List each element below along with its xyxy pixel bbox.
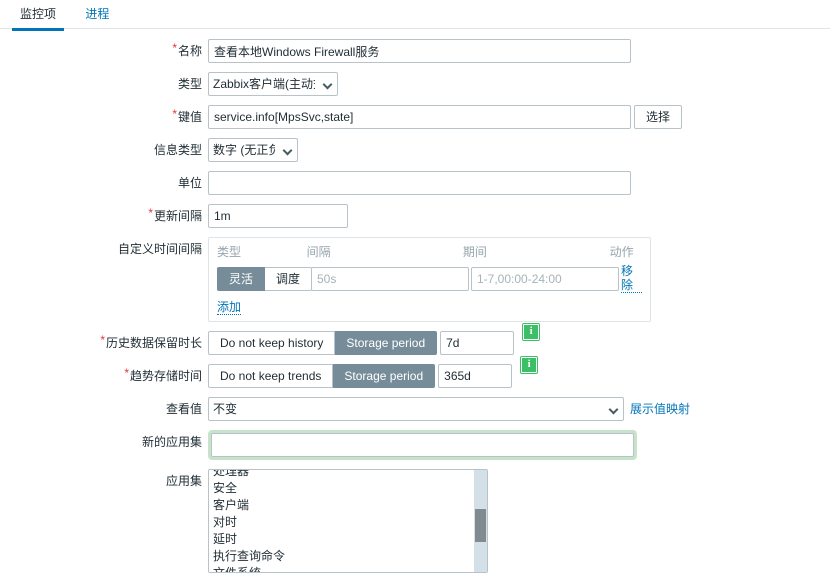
required-marker-update-interval: * xyxy=(148,206,153,220)
custom-intervals-header: 类型 间隔 期间 动作 xyxy=(217,243,642,261)
history-mode-toggle: Do not keep history Storage period xyxy=(208,331,438,355)
trends-mode-toggle: Do not keep trends Storage period xyxy=(208,364,436,388)
interval-type-toggle: 灵活 调度 xyxy=(217,266,313,291)
header-type: 类型 xyxy=(217,245,242,259)
form-row-key: *键值 选择 xyxy=(0,105,830,129)
history-storage-period-button[interactable]: Storage period xyxy=(335,331,438,355)
new-application-focus-ring xyxy=(208,430,637,460)
form-row-custom-intervals: 自定义时间间隔 类型 间隔 期间 动作 灵活 调度 50s 1-7,00:00-… xyxy=(0,237,830,322)
custom-intervals-box: 类型 间隔 期间 动作 灵活 调度 50s 1-7,00:00-24:00 移除… xyxy=(208,237,651,322)
type-select[interactable]: Zabbix客户端(主动式) xyxy=(208,72,338,96)
info-icon[interactable] xyxy=(523,323,540,340)
list-item[interactable]: 处理器 xyxy=(209,470,474,480)
required-marker-history: * xyxy=(100,333,105,347)
list-item[interactable]: 安全 xyxy=(209,480,474,497)
label-unit: 单位 xyxy=(177,176,202,190)
tab-bar: 监控项 进程 xyxy=(0,0,830,31)
applications-list: 处理器 安全 客户端 对时 延时 执行查询命令 文件系统 xyxy=(209,470,474,572)
trends-do-not-keep-button[interactable]: Do not keep trends xyxy=(208,364,334,388)
value-map-select[interactable]: 不变 xyxy=(208,397,624,421)
list-item[interactable]: 客户端 xyxy=(209,497,474,514)
label-update-interval: *更新间隔 xyxy=(148,206,202,223)
interval-period-input[interactable] xyxy=(471,266,619,291)
list-item[interactable]: 对时 xyxy=(209,514,474,531)
type-select-wrap: Zabbix客户端(主动式) xyxy=(208,72,338,96)
tab-monitoring-items[interactable]: 监控项 xyxy=(12,0,65,31)
form-row-type: 类型 Zabbix客户端(主动式) xyxy=(0,72,830,96)
key-input[interactable] xyxy=(208,105,631,129)
interval-delay-input[interactable] xyxy=(311,266,469,291)
interval-action-cell: 移除 xyxy=(621,264,642,293)
form-row-new-application: 新的应用集 xyxy=(0,430,830,460)
list-item[interactable]: 文件系统 xyxy=(209,565,474,572)
form-row-history: *历史数据保留时长 Do not keep history Storage pe… xyxy=(0,323,830,355)
history-do-not-keep-button[interactable]: Do not keep history xyxy=(208,331,336,355)
label-applications: 应用集 xyxy=(165,474,202,488)
label-name: *名称 xyxy=(172,41,202,58)
required-marker-trends: * xyxy=(124,366,129,380)
unit-input[interactable] xyxy=(208,171,631,195)
form-row-info-type: 信息类型 数字 (无正负) xyxy=(0,138,830,162)
interval-delay-cell xyxy=(311,266,469,291)
trends-period-input[interactable] xyxy=(438,364,513,388)
history-period-input[interactable] xyxy=(440,331,515,355)
new-application-input[interactable] xyxy=(211,433,634,457)
key-select-button[interactable]: 选择 xyxy=(634,105,683,129)
item-form: *名称 类型 Zabbix客户端(主动式) *键值 选择 信息类型 xyxy=(0,29,830,573)
applications-scrollbar[interactable] xyxy=(474,470,487,572)
info-icon[interactable] xyxy=(521,356,538,373)
tab-processes[interactable]: 进程 xyxy=(77,0,117,28)
interval-type-flexible-button[interactable]: 灵活 xyxy=(217,266,266,291)
trends-storage-period-button[interactable]: Storage period xyxy=(333,364,436,388)
label-custom-intervals: 自定义时间间隔 xyxy=(117,242,202,256)
update-interval-input[interactable] xyxy=(208,204,348,228)
info-type-select-wrap: 数字 (无正负) xyxy=(208,138,298,162)
label-trends: *趋势存储时间 xyxy=(124,366,202,383)
label-value-map: 查看值 xyxy=(165,402,202,416)
name-input[interactable] xyxy=(208,39,631,63)
interval-period-cell xyxy=(471,266,619,291)
label-type: 类型 xyxy=(177,77,202,91)
form-row-name: *名称 xyxy=(0,39,830,63)
form-row-unit: 单位 xyxy=(0,171,830,195)
info-type-select[interactable]: 数字 (无正负) xyxy=(208,138,298,162)
show-value-mappings-link[interactable]: 展示值映射 xyxy=(630,397,690,421)
header-period: 期间 xyxy=(462,245,487,259)
custom-interval-row: 灵活 调度 移除 xyxy=(217,264,642,293)
form-row-trends: *趋势存储时间 Do not keep trends Storage perio… xyxy=(0,356,830,388)
header-delay: 间隔 xyxy=(306,245,331,259)
form-row-update-interval: *更新间隔 xyxy=(0,204,830,228)
interval-add-link[interactable]: 添加 xyxy=(217,300,242,315)
list-item[interactable]: 执行查询命令 xyxy=(209,548,474,565)
form-row-value-map: 查看值 不变 展示值映射 xyxy=(0,397,830,421)
form-row-applications: 应用集 处理器 安全 客户端 对时 延时 执行查询命令 文件系统 xyxy=(0,469,830,573)
label-new-application: 新的应用集 xyxy=(141,435,202,449)
required-marker-key: * xyxy=(172,107,177,121)
label-history: *历史数据保留时长 xyxy=(100,333,202,350)
interval-type-scheduling-button[interactable]: 调度 xyxy=(265,266,313,291)
value-map-select-wrap: 不变 xyxy=(208,397,624,421)
applications-scrollbar-thumb[interactable] xyxy=(475,508,486,543)
label-key: *键值 xyxy=(172,107,202,124)
header-action: 动作 xyxy=(609,245,634,259)
label-info-type: 信息类型 xyxy=(153,143,202,157)
required-marker-name: * xyxy=(172,41,177,55)
list-item[interactable]: 延时 xyxy=(209,531,474,548)
interval-remove-link[interactable]: 移除 xyxy=(621,264,642,293)
applications-listbox[interactable]: 处理器 安全 客户端 对时 延时 执行查询命令 文件系统 xyxy=(208,469,488,573)
